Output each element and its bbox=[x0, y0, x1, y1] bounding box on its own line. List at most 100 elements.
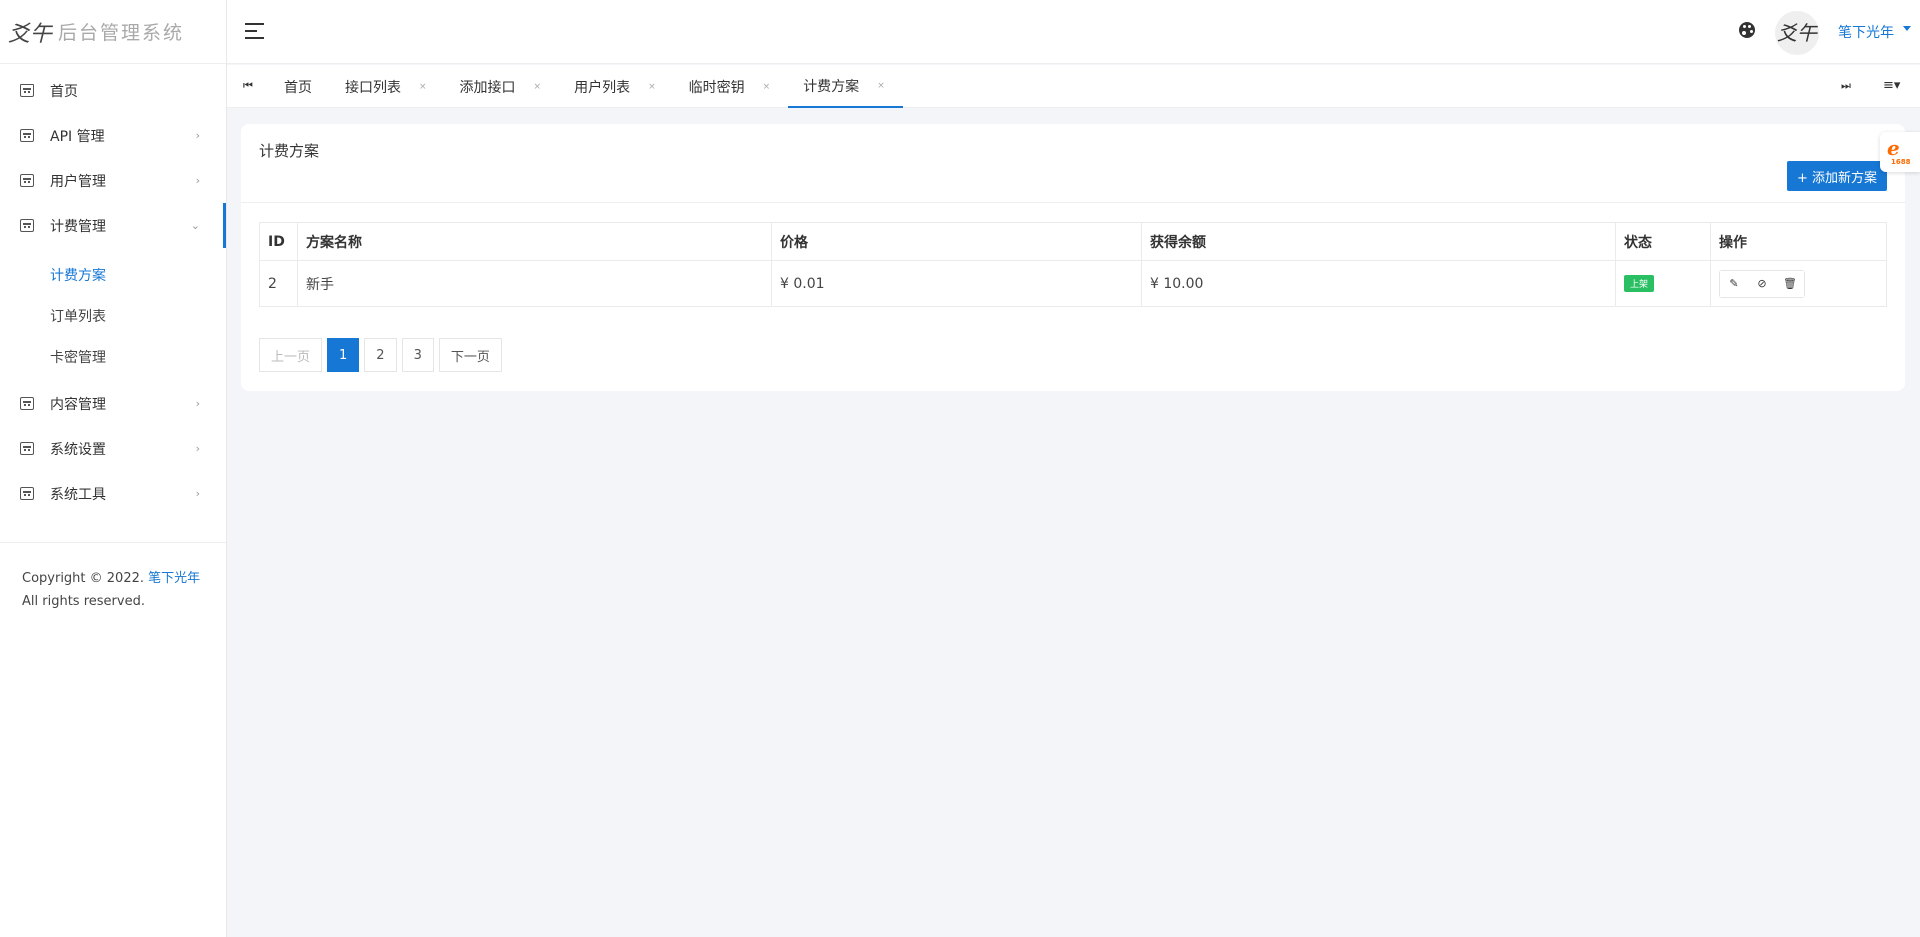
close-icon[interactable]: × bbox=[534, 82, 542, 92]
sidebar-item-label: API 管理 bbox=[50, 128, 105, 145]
tab-label: 添加接口 bbox=[459, 79, 516, 96]
next-page-button[interactable]: 下一页 bbox=[438, 338, 502, 372]
menu-toggle-icon[interactable] bbox=[245, 23, 264, 39]
top-header: 爻午 笔下光年 bbox=[227, 0, 1920, 64]
submenu-item-order-list[interactable]: 订单列表 bbox=[0, 295, 226, 336]
brand-logo: 爻午 bbox=[8, 21, 53, 47]
sidebar-item-tools[interactable]: 系统工具 › bbox=[0, 471, 226, 516]
calendar-icon bbox=[20, 487, 34, 500]
sidebar-item-label: 用户管理 bbox=[50, 173, 106, 190]
calendar-icon bbox=[20, 442, 34, 455]
tab-menu-icon[interactable]: ≡▾ bbox=[1883, 78, 1900, 93]
sidebar-item-label: 系统设置 bbox=[50, 441, 106, 458]
page-button-3[interactable]: 3 bbox=[401, 338, 434, 372]
tab-api-list[interactable]: 接口列表 × bbox=[330, 65, 445, 108]
billing-submenu: 计费方案 订单列表 卡密管理 bbox=[0, 248, 226, 381]
calendar-icon bbox=[20, 219, 34, 232]
palette-icon[interactable] bbox=[1739, 22, 1755, 38]
tab-billing-plans[interactable]: 计费方案 × bbox=[788, 65, 903, 108]
brand[interactable]: 爻午 后台管理系统 bbox=[0, 0, 226, 64]
sidebar-item-billing[interactable]: 计费管理 ⌄ bbox=[0, 203, 226, 248]
cell-actions: ✎ ⊘ 🗑 bbox=[1710, 260, 1887, 307]
tab-scroll-left-icon[interactable]: ⏮ bbox=[243, 79, 253, 93]
calendar-icon bbox=[20, 129, 34, 142]
close-icon[interactable]: × bbox=[763, 82, 771, 92]
table-header-row: ID 方案名称 价格 获得余额 状态 操作 bbox=[259, 222, 1887, 261]
page-button-1[interactable]: 1 bbox=[327, 338, 360, 372]
caret-down-icon[interactable] bbox=[1903, 26, 1911, 31]
floating-1688-badge[interactable]: e 1688 bbox=[1880, 132, 1920, 172]
sidebar-item-home[interactable]: 首页 bbox=[0, 68, 226, 113]
tab-temp-keys[interactable]: 临时密钥 × bbox=[674, 65, 789, 108]
column-header-price: 价格 bbox=[771, 222, 1142, 261]
copyright-link[interactable]: 笔下光年 bbox=[148, 571, 200, 586]
column-header-status: 状态 bbox=[1615, 222, 1711, 261]
chevron-right-icon: › bbox=[195, 129, 200, 142]
user-name[interactable]: 笔下光年 bbox=[1838, 22, 1894, 42]
tab-label: 临时密钥 bbox=[688, 79, 745, 96]
chevron-right-icon: › bbox=[195, 174, 200, 187]
billing-plans-card: 计费方案 + 添加新方案 ID 方案名称 价格 获得余额 状态 操作 2 新手 … bbox=[241, 124, 1905, 391]
chevron-right-icon: › bbox=[195, 442, 200, 455]
tab-label: 首页 bbox=[284, 79, 312, 96]
sidebar-footer: Copyright © 2022. 笔下光年 All rights reserv… bbox=[0, 542, 226, 637]
edit-icon[interactable]: ✎ bbox=[1720, 270, 1748, 297]
tab-add-api[interactable]: 添加接口 × bbox=[445, 65, 560, 108]
sidebar-item-label: 内容管理 bbox=[50, 396, 106, 413]
submenu-item-card-keys[interactable]: 卡密管理 bbox=[0, 336, 226, 377]
calendar-icon bbox=[20, 397, 34, 410]
plans-table: ID 方案名称 价格 获得余额 状态 操作 2 新手 ¥ 0.01 ¥ 10.0… bbox=[259, 222, 1887, 307]
row-actions: ✎ ⊘ 🗑 bbox=[1719, 269, 1805, 298]
submenu-item-billing-plans[interactable]: 计费方案 bbox=[0, 254, 226, 295]
sidebar-item-label: 计费管理 bbox=[50, 218, 106, 235]
column-header-actions: 操作 bbox=[1710, 222, 1887, 261]
sidebar: 爻午 后台管理系统 首页 API 管理 › 用户管理 › 计费管理 ⌄ 计费方案… bbox=[0, 0, 227, 937]
brand-title: 后台管理系统 bbox=[58, 22, 185, 44]
sidebar-menu: 首页 API 管理 › 用户管理 › 计费管理 ⌄ 计费方案 订单列表 卡密管理… bbox=[0, 64, 226, 516]
divider bbox=[241, 202, 1905, 203]
sidebar-item-api[interactable]: API 管理 › bbox=[0, 113, 226, 158]
prev-page-button[interactable]: 上一页 bbox=[259, 338, 323, 372]
copyright-suffix: All rights reserved. bbox=[22, 594, 145, 609]
sidebar-item-users[interactable]: 用户管理 › bbox=[0, 158, 226, 203]
sidebar-item-label: 系统工具 bbox=[50, 486, 106, 503]
sidebar-item-settings[interactable]: 系统设置 › bbox=[0, 426, 226, 471]
sidebar-item-content[interactable]: 内容管理 › bbox=[0, 381, 226, 426]
column-header-name: 方案名称 bbox=[297, 222, 772, 261]
close-icon[interactable]: × bbox=[648, 82, 656, 92]
chevron-right-icon: › bbox=[195, 487, 200, 500]
tab-home[interactable]: 首页 bbox=[269, 65, 330, 108]
table-row: 2 新手 ¥ 0.01 ¥ 10.00 上架 ✎ ⊘ 🗑 bbox=[259, 260, 1887, 307]
tab-list: 首页 接口列表 × 添加接口 × 用户列表 × 临时密钥 × 计费方案 × bbox=[269, 65, 903, 108]
column-header-id: ID bbox=[259, 222, 298, 261]
tab-user-list[interactable]: 用户列表 × bbox=[559, 65, 674, 108]
column-header-balance: 获得余额 bbox=[1141, 222, 1616, 261]
avatar[interactable]: 爻午 bbox=[1775, 11, 1819, 55]
home-icon bbox=[20, 84, 34, 97]
cell-price: ¥ 0.01 bbox=[771, 260, 1142, 307]
cell-id: 2 bbox=[259, 260, 298, 307]
chevron-right-icon: › bbox=[195, 397, 200, 410]
add-plan-button[interactable]: + 添加新方案 bbox=[1787, 161, 1887, 191]
tab-scroll-right-icon[interactable]: ⏭ bbox=[1841, 79, 1851, 93]
pagination: 上一页 1 2 3 下一页 bbox=[259, 338, 502, 372]
cell-balance: ¥ 10.00 bbox=[1141, 260, 1616, 307]
1688-logo-text: 1688 bbox=[1891, 158, 1911, 166]
tab-label: 计费方案 bbox=[803, 78, 860, 95]
card-title: 计费方案 bbox=[259, 142, 320, 160]
close-icon[interactable]: × bbox=[877, 81, 885, 91]
hide-icon[interactable]: ⊘ bbox=[1748, 270, 1776, 297]
status-badge: 上架 bbox=[1624, 275, 1655, 292]
copyright-text: Copyright © 2022. bbox=[22, 571, 145, 586]
cell-name: 新手 bbox=[297, 260, 772, 307]
page-button-2[interactable]: 2 bbox=[364, 338, 397, 372]
tab-label: 用户列表 bbox=[574, 79, 631, 96]
1688-logo-icon: e bbox=[1887, 136, 1900, 160]
sidebar-item-label: 首页 bbox=[50, 83, 78, 100]
chevron-down-icon: ⌄ bbox=[190, 219, 200, 232]
cell-status: 上架 bbox=[1615, 260, 1711, 307]
tab-label: 接口列表 bbox=[345, 79, 401, 96]
delete-icon[interactable]: 🗑 bbox=[1776, 270, 1804, 297]
tab-bar: ⏮ 首页 接口列表 × 添加接口 × 用户列表 × 临时密钥 × 计费方案 × … bbox=[227, 65, 1920, 108]
close-icon[interactable]: × bbox=[419, 82, 427, 92]
